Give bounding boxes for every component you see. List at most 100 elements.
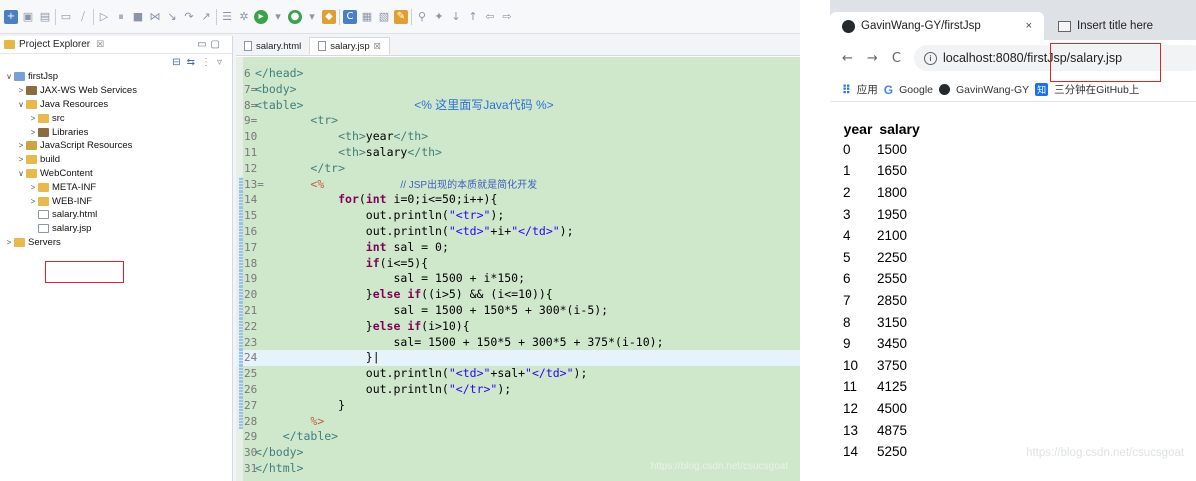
bookmark-apps[interactable]: 应用 <box>857 82 878 97</box>
close-tab-icon[interactable]: × <box>1026 20 1032 32</box>
back-icon[interactable]: ⇦ <box>483 10 497 24</box>
column-header-year: year <box>843 120 873 137</box>
expand-arrow-icon[interactable]: > <box>16 141 26 150</box>
code-line: 12 </tr> <box>244 160 346 175</box>
open-type-icon[interactable]: ▧ <box>377 10 391 24</box>
tree-item-label: WEB-INF <box>52 195 93 207</box>
cell-year: 2 <box>843 184 851 200</box>
tree-item[interactable]: salary.jsp <box>0 222 232 236</box>
table-row: 13 4875 <box>842 420 923 441</box>
reload-icon[interactable]: C <box>892 51 901 66</box>
code-line: 20 }else if((i>5) && (i<=10)){ <box>236 287 800 303</box>
link-editor-icon[interactable]: ⇆ <box>187 57 195 68</box>
code-line: 13= <% // JSP出现的本质就是简化开发 <box>236 176 800 193</box>
tree-item[interactable]: salary.html <box>0 208 232 222</box>
resume-icon[interactable]: ▷ <box>97 10 111 24</box>
tree-item[interactable]: > Servers <box>0 236 232 250</box>
save-all-icon[interactable]: ▤ <box>38 10 52 24</box>
expand-arrow-icon[interactable]: ∨ <box>16 100 26 109</box>
tree-item[interactable]: > JAX-WS Web Services <box>0 84 232 98</box>
annotation-icon[interactable]: ✦ <box>432 10 446 24</box>
salary-table: year salary 0 1500 1 1650 2 1800 3 1950 4 2100 5 22… <box>840 118 925 463</box>
cell-year: 13 <box>843 422 859 438</box>
collapse-all-icon[interactable]: ⊟ <box>172 57 180 68</box>
toolbar-separator <box>216 8 217 25</box>
new-class-icon[interactable]: C <box>343 9 357 24</box>
terminate-icon[interactable]: ■ <box>131 10 145 24</box>
back-icon[interactable]: ← <box>842 51 853 66</box>
code-area[interactable]: 6 </head> 7= <body> 8= <table> <% 这里面写Java代… <box>236 57 800 481</box>
view-menu-icon[interactable]: ▿ <box>217 57 222 68</box>
cell-year: 0 <box>843 141 851 157</box>
code-line: 7= <body> <box>244 81 297 96</box>
code-line: 21 sal = 1500 + 150*5 + 300*(i-5); <box>236 302 800 319</box>
new-package-icon[interactable]: ▦ <box>360 10 374 24</box>
tree-item[interactable]: > src <box>0 111 232 125</box>
tab-github-firstjsp[interactable]: GavinWang-GY/firstJsp × <box>830 12 1044 40</box>
save-icon[interactable]: ▣ <box>21 10 35 24</box>
tree-item[interactable]: > Libraries <box>0 125 232 139</box>
search-icon[interactable]: ⚲ <box>415 10 429 24</box>
minimize-maximize-icon[interactable]: ▭▢ <box>197 39 224 50</box>
tab-insert-title[interactable]: Insert title here <box>1046 12 1196 40</box>
tree-item[interactable]: ∨ WebContent <box>0 167 232 181</box>
close-icon[interactable]: ☒ <box>374 42 381 51</box>
tree-item[interactable]: > WEB-INF <box>0 194 232 208</box>
next-annotation-icon[interactable]: ↓ <box>449 10 463 24</box>
disconnect-icon[interactable]: ⋈ <box>148 10 162 24</box>
project-tree: ∨ firstJsp > JAX-WS Web Services ∨ Java Resou… <box>0 70 232 249</box>
step-over-icon[interactable]: ↷ <box>182 10 196 24</box>
expand-arrow-icon[interactable]: > <box>4 238 14 247</box>
tree-item[interactable]: > META-INF <box>0 180 232 194</box>
tree-item[interactable]: ∨ firstJsp <box>0 70 232 84</box>
external-tools-icon[interactable]: ◆ <box>322 9 336 24</box>
debug-icon[interactable]: ● <box>288 9 302 24</box>
expand-arrow-icon[interactable]: > <box>28 197 38 206</box>
forward-icon[interactable]: → <box>867 51 878 66</box>
code-line: 27 } <box>236 397 800 414</box>
tree-item-label: Libraries <box>52 126 89 138</box>
table-row: 2 1800 <box>842 182 923 203</box>
debug-dropdown-icon[interactable]: ▾ <box>305 10 319 24</box>
tab-salary-html[interactable]: salary.html <box>236 37 309 55</box>
table-row: 10 3750 <box>842 355 923 376</box>
code-line-current: 24 }| <box>236 350 800 367</box>
expand-arrow-icon[interactable]: > <box>16 155 26 164</box>
apps-icon[interactable]: ⠿ <box>842 83 851 97</box>
expand-arrow-icon[interactable]: > <box>16 86 26 95</box>
project-explorer-tab[interactable]: Project Explorer ☒ ▭▢ <box>0 36 232 54</box>
tab-salary-jsp[interactable]: salary.jsp ☒ <box>309 37 390 55</box>
bookmark-google[interactable]: Google <box>899 84 933 96</box>
toolbar-separator <box>411 8 412 25</box>
tree-item-label: Servers <box>28 236 61 248</box>
table-row: 14 5250 <box>842 441 923 462</box>
bookmark-zhihu[interactable]: 三分钟在GitHub上 <box>1054 82 1139 97</box>
step-return-icon[interactable]: ↗ <box>199 10 213 24</box>
expand-arrow-icon[interactable]: ∨ <box>4 72 14 81</box>
close-icon[interactable]: ☒ <box>96 39 104 50</box>
bookmark-github-user[interactable]: GavinWang-GY <box>956 84 1029 96</box>
run-icon[interactable]: ▸ <box>254 9 268 24</box>
filter-icon[interactable]: ⋮ <box>201 57 211 68</box>
info-icon[interactable]: i <box>924 51 937 65</box>
server-icon[interactable]: ☰ <box>220 10 234 24</box>
suspend-icon[interactable]: ⏸ <box>114 10 128 24</box>
table-row: 0 1500 <box>842 139 923 160</box>
forward-icon[interactable]: ⇨ <box>500 10 514 24</box>
new-icon[interactable]: + <box>4 9 18 24</box>
tree-item[interactable]: ∨ Java Resources <box>0 98 232 112</box>
prev-annotation-icon[interactable]: ↑ <box>466 10 480 24</box>
step-into-icon[interactable]: ↘ <box>165 10 179 24</box>
terminal-icon[interactable]: ▭ <box>59 10 73 24</box>
expand-arrow-icon[interactable]: > <box>28 128 38 137</box>
expand-arrow-icon[interactable]: > <box>28 183 38 192</box>
open-task-icon[interactable]: ✎ <box>394 9 408 24</box>
run-dropdown-icon[interactable]: ▾ <box>271 10 285 24</box>
tree-item[interactable]: > build <box>0 153 232 167</box>
expand-arrow-icon[interactable]: ∨ <box>16 169 26 178</box>
bug-icon[interactable]: ✲ <box>237 10 251 24</box>
code-line: 30 </body> <box>244 445 304 460</box>
expand-arrow-icon[interactable]: > <box>28 114 38 123</box>
skip-breakpoints-icon[interactable]: ⧸ <box>76 10 90 24</box>
tree-item[interactable]: > JavaScript Resources <box>0 139 232 153</box>
